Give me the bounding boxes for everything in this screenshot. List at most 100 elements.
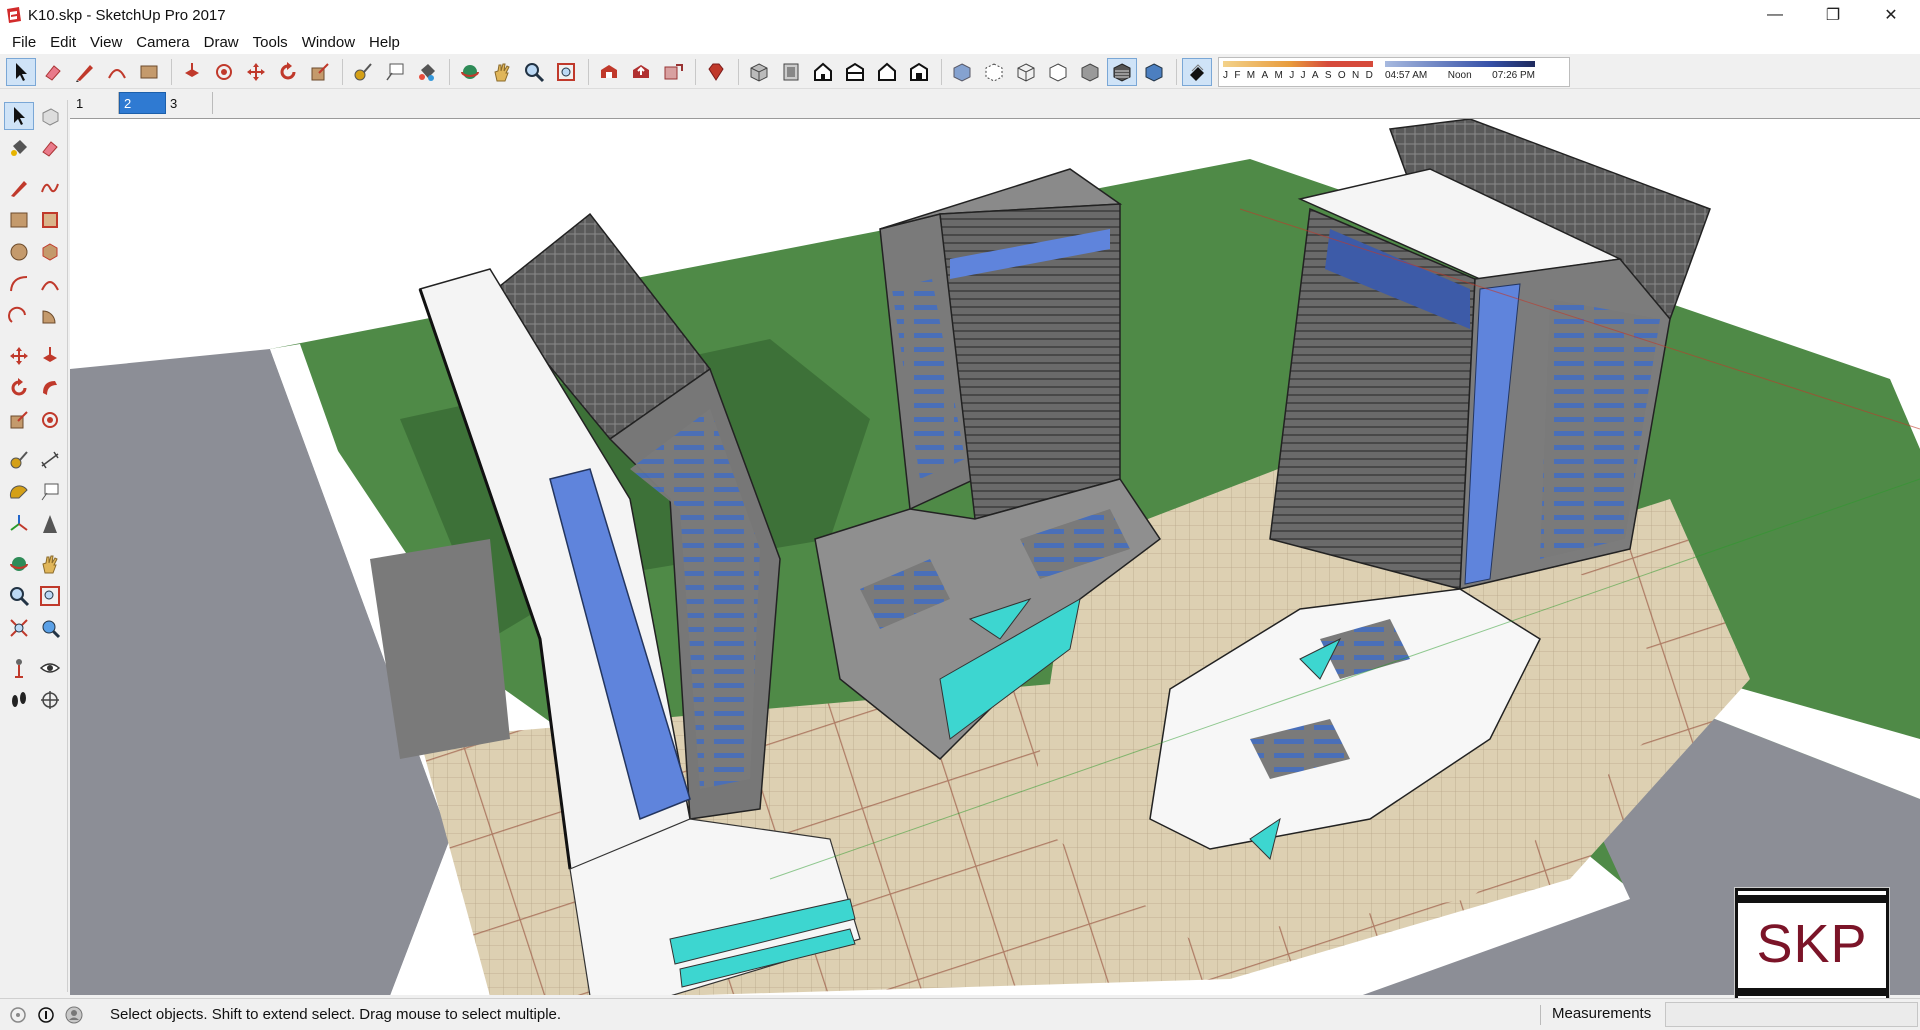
scene-tab-2[interactable]: 2 (119, 92, 166, 114)
arrow-cursor-icon (16, 62, 27, 81)
paint-bucket-button[interactable] (412, 58, 442, 86)
make-component-button[interactable] (36, 102, 65, 130)
circle-tool-button[interactable] (4, 238, 34, 266)
offset-tool-button[interactable] (36, 406, 66, 434)
orbit-tool-button[interactable] (455, 58, 485, 86)
iso-view-button[interactable] (744, 58, 774, 86)
position-camera-button[interactable] (4, 654, 34, 682)
zoom-extents-button[interactable] (4, 614, 34, 642)
push-pull-tool-button[interactable] (36, 342, 66, 370)
zoom-extents-icon (557, 62, 575, 81)
select-tool-button[interactable] (4, 102, 34, 130)
arc-tool-button[interactable] (102, 58, 132, 86)
geolocation-icon[interactable] (8, 1005, 28, 1025)
tape-measure-button[interactable] (348, 58, 378, 86)
xray-button[interactable] (947, 58, 977, 86)
3d-warehouse-button[interactable] (594, 58, 624, 86)
freehand-tool-button[interactable] (36, 174, 66, 202)
user-account-icon[interactable] (64, 1005, 84, 1025)
extension-warehouse-button[interactable] (701, 58, 731, 86)
shaded-button[interactable] (1075, 58, 1105, 86)
protractor-tool-button[interactable] (4, 478, 34, 506)
credits-icon[interactable] (36, 1005, 56, 1025)
back-view-button[interactable] (872, 58, 902, 86)
share-model-button[interactable] (626, 58, 656, 86)
close-button[interactable]: ✕ (1862, 0, 1920, 30)
tape-measure-button[interactable] (4, 446, 34, 474)
axes-tool-button[interactable] (4, 510, 34, 538)
follow-me-tool-button[interactable] (36, 374, 66, 402)
eye-icon (40, 663, 61, 673)
back-edges-button[interactable] (979, 58, 1009, 86)
line-tool-button[interactable] (70, 58, 100, 86)
walk-tool-button[interactable] (4, 686, 34, 714)
shapes-tool-button[interactable] (134, 58, 164, 86)
month-slider[interactable]: J F M A M J J A S O N D (1223, 58, 1373, 86)
shaded-textures-button[interactable] (1107, 57, 1137, 86)
hidden-line-button[interactable] (1043, 58, 1073, 86)
minimize-button[interactable]: — (1746, 0, 1804, 30)
text-tool-button[interactable] (380, 58, 410, 86)
select-tool-button[interactable] (6, 57, 36, 86)
two-point-arc-button[interactable] (36, 270, 66, 298)
menu-camera[interactable]: Camera (129, 34, 196, 51)
line-tool-button[interactable] (4, 174, 34, 202)
scale-tool-button[interactable] (305, 58, 335, 86)
xray-cube-icon (953, 62, 971, 82)
left-view-button[interactable] (904, 58, 934, 86)
menu-tools[interactable]: Tools (246, 34, 295, 51)
previous-view-button[interactable] (36, 614, 66, 642)
scene-tab-1[interactable]: 1 (72, 92, 119, 114)
pan-tool-button[interactable] (36, 550, 66, 578)
push-pull-tool-button[interactable] (177, 58, 207, 86)
arc-tool-button[interactable] (4, 270, 34, 298)
month-label: N (1352, 69, 1360, 81)
paint-bucket-button[interactable] (4, 134, 34, 162)
dimension-tool-button[interactable] (36, 446, 66, 474)
wireframe-button[interactable] (1011, 58, 1041, 86)
shadows-toggle-button[interactable] (1182, 57, 1212, 86)
text-tool-button[interactable] (36, 478, 66, 506)
menu-window[interactable]: Window (295, 34, 362, 51)
zoom-tool-button[interactable] (4, 582, 34, 610)
measurements-input[interactable] (1665, 1002, 1918, 1027)
rotate-tool-button[interactable] (4, 374, 34, 402)
rectangle-icon (10, 212, 28, 228)
zoom-window-button[interactable] (36, 582, 66, 610)
rectangle-tool-button[interactable] (4, 206, 34, 234)
pan-tool-button[interactable] (487, 58, 517, 86)
three-point-arc-button[interactable] (4, 302, 34, 330)
menu-help[interactable]: Help (362, 34, 407, 51)
front-view-button[interactable] (808, 58, 838, 86)
menu-edit[interactable]: Edit (43, 34, 83, 51)
monochrome-button[interactable] (1139, 58, 1169, 86)
model-viewport[interactable] (70, 118, 1920, 995)
right-view-button[interactable] (840, 58, 870, 86)
zoom-extents-button[interactable] (551, 58, 581, 86)
sunrise-time-label: 04:57 AM (1385, 69, 1428, 81)
polygon-tool-button[interactable] (36, 238, 66, 266)
rotated-rectangle-button[interactable] (36, 206, 66, 234)
section-plane-button[interactable] (36, 686, 66, 714)
menu-file[interactable]: File (5, 34, 43, 51)
eraser-tool-button[interactable] (36, 134, 66, 162)
rotate-tool-button[interactable] (273, 58, 303, 86)
offset-tool-button[interactable] (209, 58, 239, 86)
3d-text-button[interactable] (36, 510, 66, 538)
menu-view[interactable]: View (83, 34, 129, 51)
time-slider[interactable]: 04:57 AM Noon 07:26 PM (1385, 58, 1535, 86)
move-tool-button[interactable] (4, 342, 34, 370)
look-around-button[interactable] (36, 654, 66, 682)
share-component-button[interactable] (658, 58, 688, 86)
eraser-tool-button[interactable] (38, 58, 68, 86)
menu-draw[interactable]: Draw (197, 34, 246, 51)
top-view-button[interactable] (776, 58, 806, 86)
move-tool-button[interactable] (241, 58, 271, 86)
orbit-tool-button[interactable] (4, 550, 34, 578)
scale-tool-button[interactable] (4, 406, 34, 434)
section-plane-icon (41, 691, 60, 709)
pie-tool-button[interactable] (36, 302, 66, 330)
zoom-tool-button[interactable] (519, 58, 549, 86)
scene-tab-3[interactable]: 3 (166, 92, 213, 114)
maximize-button[interactable]: ❐ (1804, 0, 1862, 30)
